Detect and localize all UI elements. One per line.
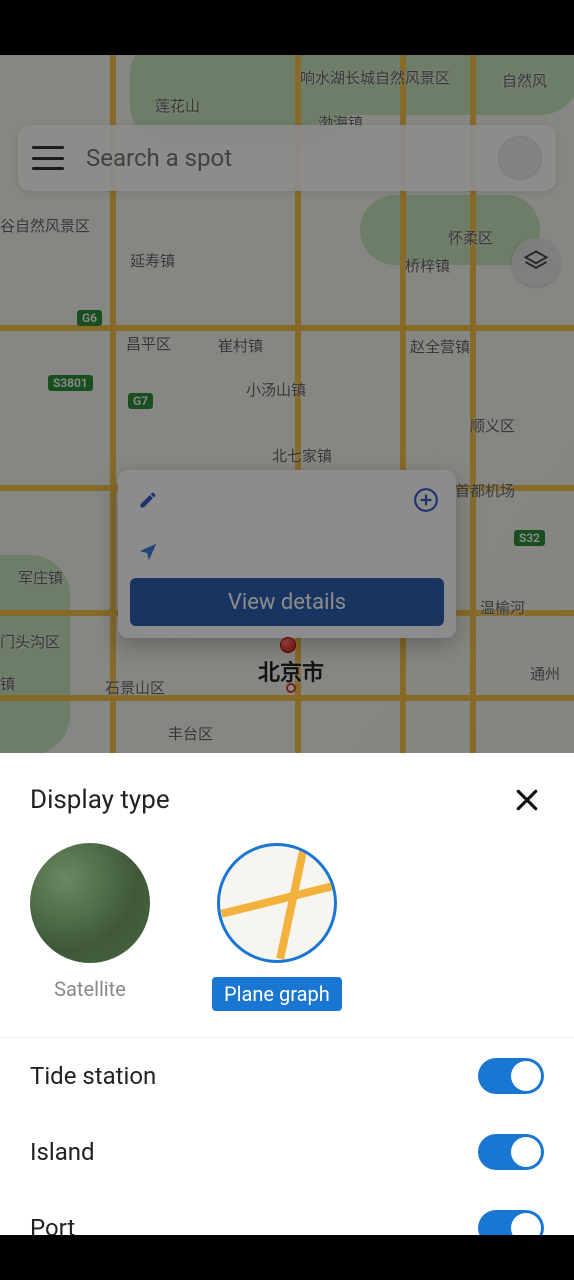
status-bar	[0, 0, 574, 55]
toggle-switch-island[interactable]	[478, 1134, 544, 1170]
plane-label: Plane graph	[212, 977, 342, 1011]
nav-bar	[0, 1235, 574, 1280]
display-type-list: Satellite Plane graph	[0, 843, 574, 1038]
display-type-sheet: Display type Satellite Plane graph Tide …	[0, 753, 574, 1235]
close-icon	[512, 785, 542, 815]
plane-thumb	[217, 843, 337, 963]
toggle-row-tide: Tide station	[0, 1038, 574, 1114]
satellite-thumb	[30, 843, 150, 963]
toggle-label-island: Island	[30, 1138, 95, 1166]
display-type-plane[interactable]: Plane graph	[212, 843, 342, 1011]
toggle-switch-port[interactable]	[478, 1210, 544, 1235]
toggle-label-port: Port	[30, 1214, 75, 1235]
toggle-label-tide: Tide station	[30, 1062, 156, 1090]
sheet-title: Display type	[30, 785, 170, 815]
toggle-row-island: Island	[0, 1114, 574, 1190]
satellite-label: Satellite	[54, 977, 126, 1001]
toggle-switch-tide[interactable]	[478, 1058, 544, 1094]
toggle-row-port: Port	[0, 1190, 574, 1235]
close-button[interactable]	[510, 783, 544, 817]
map-viewport[interactable]: 莲花山响水湖长城自然风景区渤海镇自然风谷自然风景区延寿镇桥梓镇怀柔区昌平区崔村镇…	[0, 55, 574, 1235]
display-type-satellite[interactable]: Satellite	[30, 843, 150, 1011]
